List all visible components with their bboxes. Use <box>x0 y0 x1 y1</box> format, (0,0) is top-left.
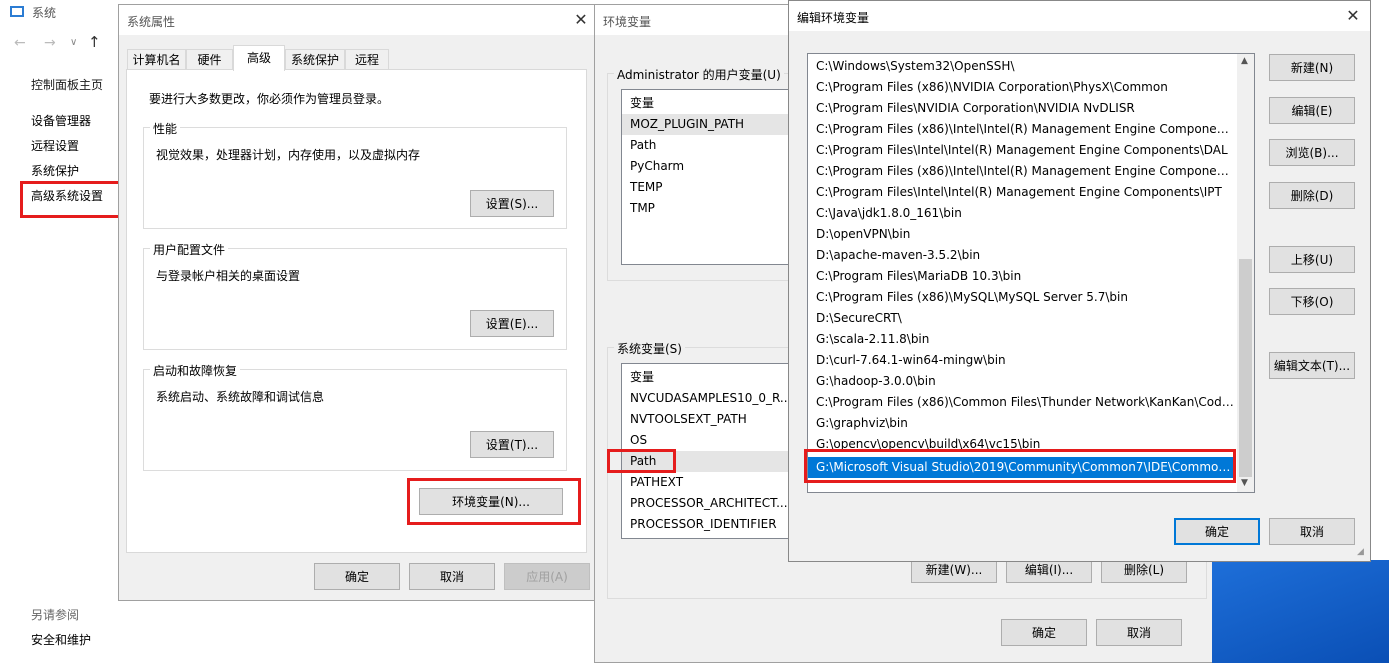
sysprops-apply-button: 应用(A) <box>504 563 590 590</box>
sys-vars-group-label: 系统变量(S) <box>614 340 685 357</box>
user-profiles-group: 用户配置文件 与登录帐户相关的桌面设置 设置(E)... <box>143 241 567 350</box>
chevron-down-icon[interactable]: ∨ <box>70 37 77 48</box>
close-icon[interactable]: ✕ <box>571 10 591 30</box>
sysprops-titlebar: 系统属性 ✕ <box>119 5 597 35</box>
editenv-cancel-button[interactable]: 取消 <box>1269 518 1355 545</box>
sysprops-ok-button[interactable]: 确定 <box>314 563 400 590</box>
path-row[interactable]: C:\Program Files\Intel\Intel(R) Manageme… <box>808 182 1236 203</box>
editenv-move-down-button[interactable]: 下移(O) <box>1269 288 1355 315</box>
user-profiles-settings-button[interactable]: 设置(E)... <box>470 310 554 337</box>
editenv-edit-text-button[interactable]: 编辑文本(T)... <box>1269 352 1355 379</box>
nav-device-manager[interactable]: 设备管理器 <box>31 112 91 129</box>
path-row[interactable]: C:\Program Files (x86)\MySQL\MySQL Serve… <box>808 287 1236 308</box>
editenv-edit-button[interactable]: 编辑(E) <box>1269 97 1355 124</box>
user-vars-group-label: Administrator 的用户变量(U) <box>614 66 784 83</box>
path-row[interactable]: C:\Program Files (x86)\Common Files\Thun… <box>808 392 1236 413</box>
admin-note: 要进行大多数更改，你必须作为管理员登录。 <box>149 92 390 106</box>
path-row[interactable]: D:\SecureCRT\ <box>808 308 1236 329</box>
system-monitor-icon <box>10 6 24 17</box>
performance-group: 性能 视觉效果，处理器计划，内存使用，以及虚拟内存 设置(S)... <box>143 120 567 229</box>
system-properties-dialog: 系统属性 ✕ 计算机名 硬件 高级 系统保护 远程 要进行大多数更改，你必须作为… <box>118 4 598 601</box>
startup-recovery-group: 启动和故障恢复 系统启动、系统故障和调试信息 设置(T)... <box>143 362 567 471</box>
sysprops-cancel-button[interactable]: 取消 <box>409 563 495 590</box>
scroll-thumb[interactable] <box>1239 259 1252 477</box>
sysprops-title: 系统属性 <box>127 15 176 29</box>
nav-advanced-settings[interactable]: 高级系统设置 <box>31 187 103 204</box>
tab-system-protection[interactable]: 系统保护 <box>285 49 345 70</box>
path-rows: C:\Windows\System32\OpenSSH\ C:\Program F… <box>808 56 1236 478</box>
envvars-cancel-button[interactable]: 取消 <box>1096 619 1182 646</box>
nav-remote-settings[interactable]: 远程设置 <box>31 137 79 154</box>
path-list-scrollbar[interactable]: ▲ ▼ <box>1237 54 1254 492</box>
editenv-title: 编辑环境变量 <box>797 11 870 25</box>
tab-remote[interactable]: 远程 <box>345 49 389 70</box>
editenv-new-button[interactable]: 新建(N) <box>1269 54 1355 81</box>
resize-grip-icon[interactable]: ◢ <box>1357 547 1364 557</box>
path-row[interactable]: C:\Program Files (x86)\NVIDIA Corporatio… <box>808 77 1236 98</box>
startup-recovery-group-label: 启动和故障恢复 <box>150 362 241 379</box>
envvars-title: 环境变量 <box>603 15 652 29</box>
edit-environment-variable-dialog: 编辑环境变量 ✕ C:\Windows\System32\OpenSSH\ C:\… <box>788 0 1371 562</box>
editenv-ok-button[interactable]: 确定 <box>1174 518 1260 545</box>
path-row[interactable]: G:\Microsoft Visual Studio\2019\Communit… <box>808 457 1236 478</box>
path-row[interactable]: D:\openVPN\bin <box>808 224 1236 245</box>
performance-settings-button[interactable]: 设置(S)... <box>470 190 554 217</box>
editenv-delete-button[interactable]: 删除(D) <box>1269 182 1355 209</box>
forward-arrow-icon[interactable]: → <box>44 35 56 51</box>
scroll-down-icon[interactable]: ▼ <box>1241 478 1248 488</box>
path-list[interactable]: C:\Windows\System32\OpenSSH\ C:\Program F… <box>807 53 1255 493</box>
path-row[interactable]: C:\Java\jdk1.8.0_161\bin <box>808 203 1236 224</box>
user-profiles-group-label: 用户配置文件 <box>150 241 229 258</box>
path-row[interactable]: D:\apache-maven-3.5.2\bin <box>808 245 1236 266</box>
system-window: 系统 ← → ∨ ↑ 控制面板主页 设备管理器 远程设置 系统保护 高级系统设置… <box>0 0 125 663</box>
path-row[interactable]: D:\curl-7.64.1-win64-mingw\bin <box>808 350 1236 371</box>
system-window-title: 系统 <box>32 6 57 20</box>
path-row[interactable]: C:\Program Files\MariaDB 10.3\bin <box>808 266 1236 287</box>
path-row[interactable]: C:\Windows\System32\OpenSSH\ <box>808 56 1236 77</box>
user-profiles-desc: 与登录帐户相关的桌面设置 <box>156 269 301 283</box>
environment-variables-button[interactable]: 环境变量(N)... <box>419 488 563 515</box>
path-row[interactable]: G:\hadoop-3.0.0\bin <box>808 371 1236 392</box>
path-row[interactable]: G:\scala-2.11.8\bin <box>808 329 1236 350</box>
editenv-browse-button[interactable]: 浏览(B)... <box>1269 139 1355 166</box>
tab-advanced[interactable]: 高级 <box>233 45 285 71</box>
back-arrow-icon[interactable]: ← <box>14 35 26 51</box>
path-row[interactable]: C:\Program Files (x86)\Intel\Intel(R) Ma… <box>808 119 1236 140</box>
advanced-tab-page: 要进行大多数更改，你必须作为管理员登录。 性能 视觉效果，处理器计划，内存使用，… <box>126 69 587 553</box>
startup-recovery-settings-button[interactable]: 设置(T)... <box>470 431 554 458</box>
envvars-ok-button[interactable]: 确定 <box>1001 619 1087 646</box>
path-row[interactable]: C:\Program Files\NVIDIA Corporation\NVID… <box>808 98 1236 119</box>
see-also-security[interactable]: 安全和维护 <box>31 631 91 648</box>
editenv-move-up-button[interactable]: 上移(U) <box>1269 246 1355 273</box>
see-also-label: 另请参阅 <box>31 608 80 622</box>
up-arrow-icon[interactable]: ↑ <box>88 33 101 51</box>
tab-hardware[interactable]: 硬件 <box>186 49 233 70</box>
startup-recovery-desc: 系统启动、系统故障和调试信息 <box>156 390 325 404</box>
path-row[interactable]: G:\graphviz\bin <box>808 413 1236 434</box>
path-row[interactable]: C:\Program Files\Intel\Intel(R) Manageme… <box>808 140 1236 161</box>
nav-system-protection[interactable]: 系统保护 <box>31 162 79 179</box>
close-icon[interactable]: ✕ <box>1343 6 1363 26</box>
path-row[interactable]: G:\opencv\opencv\build\x64\vc15\bin <box>808 434 1236 455</box>
editenv-titlebar: 编辑环境变量 ✕ <box>789 1 1370 31</box>
desktop-background <box>1212 560 1389 663</box>
performance-desc: 视觉效果，处理器计划，内存使用，以及虚拟内存 <box>156 148 421 162</box>
scroll-up-icon[interactable]: ▲ <box>1241 56 1248 66</box>
performance-group-label: 性能 <box>150 120 181 137</box>
tab-computer-name[interactable]: 计算机名 <box>127 49 186 70</box>
path-row[interactable]: C:\Program Files (x86)\Intel\Intel(R) Ma… <box>808 161 1236 182</box>
nav-control-panel-home[interactable]: 控制面板主页 <box>31 76 103 93</box>
